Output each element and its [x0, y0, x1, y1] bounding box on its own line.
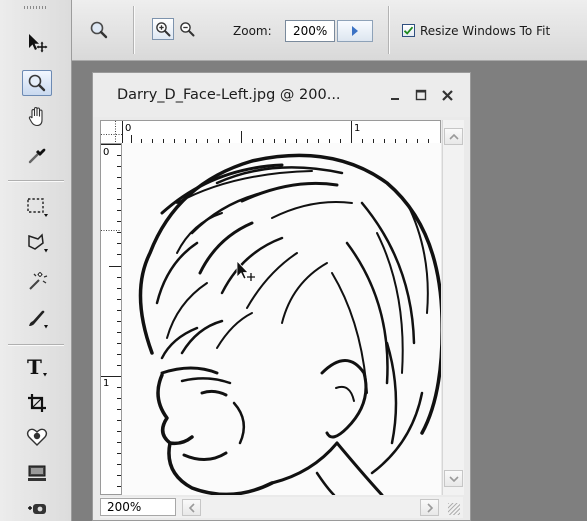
ruler-label: 0	[103, 147, 110, 158]
resize-windows-checkbox[interactable]	[402, 24, 415, 37]
options-separator	[133, 6, 135, 54]
cursor-icon	[236, 260, 255, 281]
tools-separator	[8, 180, 64, 182]
screen-mode-icon[interactable]	[22, 460, 52, 486]
ruler-label: 0	[125, 123, 132, 134]
chevron-up-icon	[448, 133, 459, 140]
document-title: Darry_D_Face-Left.jpg @ 200...	[117, 87, 341, 103]
chevron-right-icon	[426, 502, 433, 513]
move-tool-icon[interactable]	[22, 30, 52, 56]
zoom-tool-preset-icon[interactable]	[86, 18, 112, 42]
resize-grip[interactable]	[448, 503, 460, 515]
magic-wand-tool-icon[interactable]	[22, 268, 52, 294]
ruler-label: 1	[103, 378, 110, 389]
crop-tool-icon[interactable]	[22, 390, 52, 416]
resize-windows-label: Resize Windows To Fit	[420, 24, 551, 38]
ruler-vertical: 0 1	[100, 143, 122, 495]
document-window: Darry_D_Face-Left.jpg @ 200... 0 1 0 1 2…	[92, 72, 471, 521]
arrow-right-icon	[352, 26, 358, 36]
zoom-out-icon[interactable]	[176, 18, 198, 40]
tools-panel: T	[0, 0, 72, 521]
chevron-left-icon	[188, 502, 195, 513]
zoom-in-icon[interactable]	[152, 18, 174, 40]
scroll-right-button[interactable]	[420, 499, 439, 516]
zoom-apply-button[interactable]	[337, 20, 373, 42]
close-button[interactable]	[439, 87, 455, 103]
checkmark-icon	[403, 26, 414, 35]
tools-separator	[8, 344, 64, 346]
lasso-tool-icon[interactable]	[22, 230, 52, 256]
zoom-label: Zoom:	[233, 24, 272, 38]
maximize-icon	[415, 89, 427, 101]
maximize-button[interactable]	[413, 87, 429, 103]
options-bar: Zoom: 200% Resize Windows To Fit	[0, 0, 587, 61]
ruler-label: 1	[354, 123, 361, 134]
panel-grip[interactable]	[24, 6, 46, 9]
svg-text:T: T	[27, 355, 42, 379]
type-tool-icon[interactable]: T	[22, 354, 52, 380]
camera-tool-icon[interactable]	[22, 494, 52, 520]
minimize-button[interactable]	[387, 87, 403, 103]
ruler-horizontal: 0 1	[100, 120, 441, 144]
close-icon	[441, 89, 453, 101]
image-canvas[interactable]	[122, 143, 441, 495]
document-titlebar[interactable]: Darry_D_Face-Left.jpg @ 200...	[93, 73, 470, 117]
vertical-scrollbar[interactable]	[442, 120, 464, 495]
status-bar: 200%	[100, 497, 463, 518]
hand-tool-icon[interactable]	[22, 104, 52, 130]
scroll-down-button[interactable]	[444, 470, 463, 487]
caricature-drawing	[138, 153, 441, 495]
shape-tool-icon[interactable]	[22, 424, 52, 450]
eyedropper-tool-icon[interactable]	[22, 142, 52, 168]
marquee-tool-icon[interactable]	[22, 194, 52, 220]
brush-tool-icon[interactable]	[22, 306, 52, 332]
zoom-level-field[interactable]: 200%	[100, 498, 176, 516]
options-separator	[388, 6, 390, 54]
minimize-icon	[391, 98, 399, 100]
zoom-tool-icon[interactable]	[22, 70, 52, 96]
scroll-up-button[interactable]	[444, 128, 463, 145]
scroll-left-button[interactable]	[182, 499, 201, 516]
chevron-down-icon	[448, 475, 459, 482]
zoom-input[interactable]: 200%	[285, 20, 335, 42]
